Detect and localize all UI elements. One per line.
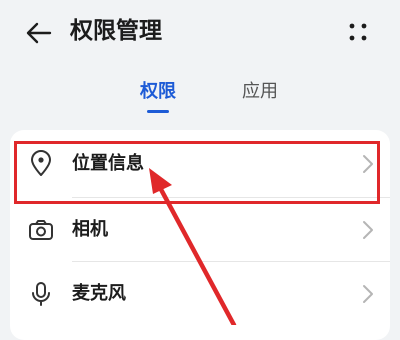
tab-bar: 权限 应用: [0, 72, 400, 116]
back-arrow-icon[interactable]: [24, 18, 54, 48]
list-item-label: 相机: [72, 219, 108, 240]
microphone-icon: [32, 282, 50, 306]
divider: [72, 261, 390, 262]
tab-permissions[interactable]: 权限: [140, 80, 176, 104]
camera-icon: [29, 220, 53, 240]
app-header: 权限管理: [0, 0, 400, 68]
active-tab-indicator: [147, 110, 169, 113]
page-title: 权限管理: [70, 18, 162, 44]
list-item-microphone[interactable]: 麦克风: [10, 263, 390, 325]
more-dots-icon[interactable]: [343, 17, 373, 47]
highlight-box: [14, 141, 380, 204]
chevron-right-icon: [363, 285, 373, 303]
tab-apps[interactable]: 应用: [242, 80, 278, 104]
chevron-right-icon: [363, 221, 373, 239]
list-item-label: 麦克风: [72, 283, 126, 304]
list-item-camera[interactable]: 相机: [10, 199, 390, 261]
